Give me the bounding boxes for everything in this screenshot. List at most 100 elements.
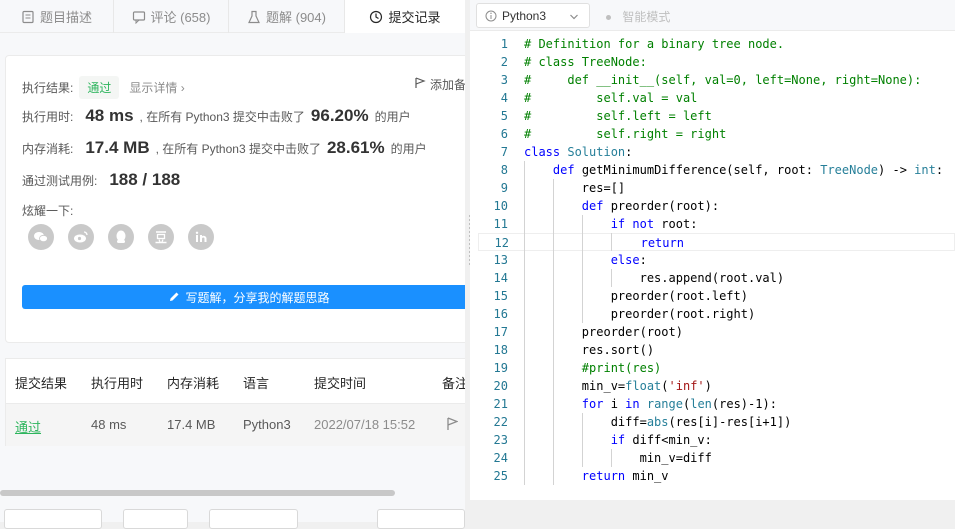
indent-guide [581,413,583,431]
code-line[interactable]: 22 diff=abs(res[i]-res[i+1]) [478,413,955,431]
indent-guide [524,161,525,179]
pencil-icon [168,291,180,303]
indent-guide [552,323,554,341]
code-line[interactable]: 14 res.append(root.val) [478,269,955,287]
tab-description[interactable]: 题目描述 [0,0,114,33]
code-line[interactable]: 6 # self.right = right [478,125,955,143]
testcases-row: 通过测试用例: 188 / 188 [22,170,186,190]
code-line[interactable]: 24 min_v=diff [478,449,955,467]
submission-status-link[interactable]: 通过 [15,417,41,436]
indent-guide [524,323,525,341]
code-line[interactable]: 10 def preorder(root): [478,197,955,215]
code-line[interactable]: 16 preorder(root.right) [478,305,955,323]
code-text: res=[] [524,181,626,195]
line-number: 3 [500,73,508,87]
line-number: 17 [493,325,508,339]
code-line[interactable]: 9 res=[] [478,179,955,197]
column-header[interactable]: 备注 [442,373,465,392]
column-header[interactable]: 提交结果 [15,373,67,392]
code-text: # self.left = left [524,109,712,123]
indent-guide [524,197,525,215]
code-line[interactable]: 25 return min_v [478,467,955,485]
memory-label: 内存消耗: [22,142,74,156]
code-line[interactable]: 7 class Solution: [478,143,955,161]
code-line[interactable]: 4 # self.val = val [478,89,955,107]
indent-guide [552,449,554,467]
memory-row: 内存消耗: 17.4 MB , 在所有 Python3 提交中击败了 28.61… [22,138,427,158]
column-header[interactable]: 语言 [243,373,269,392]
line-number: 24 [493,451,508,465]
runtime-text: , 在所有 Python3 提交中击败了 [139,110,305,124]
smart-mode-toggle[interactable]: 智能模式 [606,8,670,25]
code-line[interactable]: 3 # def __init__(self, val=0, left=None, … [478,71,955,89]
tab-comments[interactable]: 评论 (658) [114,0,229,33]
code-line[interactable]: 18 res.sort() [478,341,955,359]
flag-icon[interactable] [446,417,459,434]
bottom-button[interactable] [4,509,102,529]
language-select[interactable]: Python3 [476,3,590,28]
code-line[interactable]: 1 # Definition for a binary tree node. [478,35,955,53]
table-row[interactable]: 通过 48 ms 17.4 MB Python3 2022/07/18 15:5… [6,404,465,446]
write-solution-label: 写题解，分享我的解题思路 [185,290,330,305]
douban-icon[interactable] [148,224,174,250]
code-line[interactable]: 17 preorder(root) [478,323,955,341]
indent-guide [552,251,554,269]
indent-guide [552,341,554,359]
write-solution-button[interactable]: 写题解，分享我的解题思路 [22,285,465,309]
bottom-button[interactable] [209,509,298,529]
column-header[interactable]: 内存消耗 [167,373,219,392]
bottom-button[interactable] [377,509,465,529]
line-number: 18 [493,343,508,357]
indent-guide [524,233,525,251]
memory-suffix: 的用户 [390,142,427,156]
line-number: 11 [493,217,508,231]
code-text: res.append(root.val) [524,271,785,285]
indent-guide [524,467,525,485]
code-line[interactable]: 20 min_v=float('inf') [478,377,955,395]
code-line[interactable]: 15 preorder(root.left) [478,287,955,305]
tab-submissions[interactable]: 提交记录 [345,0,465,33]
code-line[interactable]: 12 return [478,233,955,251]
code-text: if not root: [610,217,698,231]
code-line[interactable]: 21 for i in range(len(res)-1): [478,395,955,413]
clock-icon [369,10,383,24]
bottom-button[interactable] [123,509,188,529]
show-details-link[interactable]: 显示详情 › [129,79,184,96]
code-line[interactable]: 13 else: [478,251,955,269]
code-line[interactable]: 5 # self.left = left [478,107,955,125]
submission-language: Python3 [243,417,291,432]
wechat-icon[interactable] [28,224,54,250]
linkedin-icon[interactable] [188,224,214,250]
code-editor[interactable]: 1 # Definition for a binary tree node. 2 # … [478,35,955,490]
line-number: 2 [500,55,508,69]
runtime-row: 执行用时: 48 ms , 在所有 Python3 提交中击败了 96.20% … [22,106,411,126]
column-header[interactable]: 执行用时 [91,373,143,392]
code-text: else: [610,253,647,267]
weibo-icon[interactable] [68,224,94,250]
indent-guide [552,431,554,449]
indent-guide [581,233,583,251]
code-line[interactable]: 8 def getMinimumDifference(self, root: T… [478,161,955,179]
line-number: 5 [500,109,508,123]
qq-icon[interactable] [108,224,134,250]
line-number: 19 [493,361,508,375]
code-line[interactable]: 2 # class TreeNode: [478,53,955,71]
code-text: diff=abs(res[i]-res[i+1]) [524,415,792,429]
code-line[interactable]: 19 #print(res) [478,359,955,377]
editor-toolbar: Python3 智能模式 [470,0,955,31]
tab-solutions[interactable]: 题解 (904) [229,0,345,33]
indent-guide [524,449,525,467]
code-line[interactable]: 23 if diff<min_v: [478,431,955,449]
chevron-down-icon [569,11,579,21]
dot-icon [606,15,611,21]
column-header[interactable]: 提交时间 [314,373,366,392]
runtime-suffix: 的用户 [374,110,411,124]
horizontal-scrollbar[interactable] [0,490,395,496]
code-line[interactable]: 11 if not root: [478,215,955,233]
indent-guide [552,179,554,197]
bottom-toolbar [0,509,955,529]
line-number: 21 [493,397,508,411]
share-label: 炫耀一下: [22,204,74,218]
runtime-value: 48 ms [85,106,134,125]
add-note-button[interactable]: 添加备 [414,76,465,93]
